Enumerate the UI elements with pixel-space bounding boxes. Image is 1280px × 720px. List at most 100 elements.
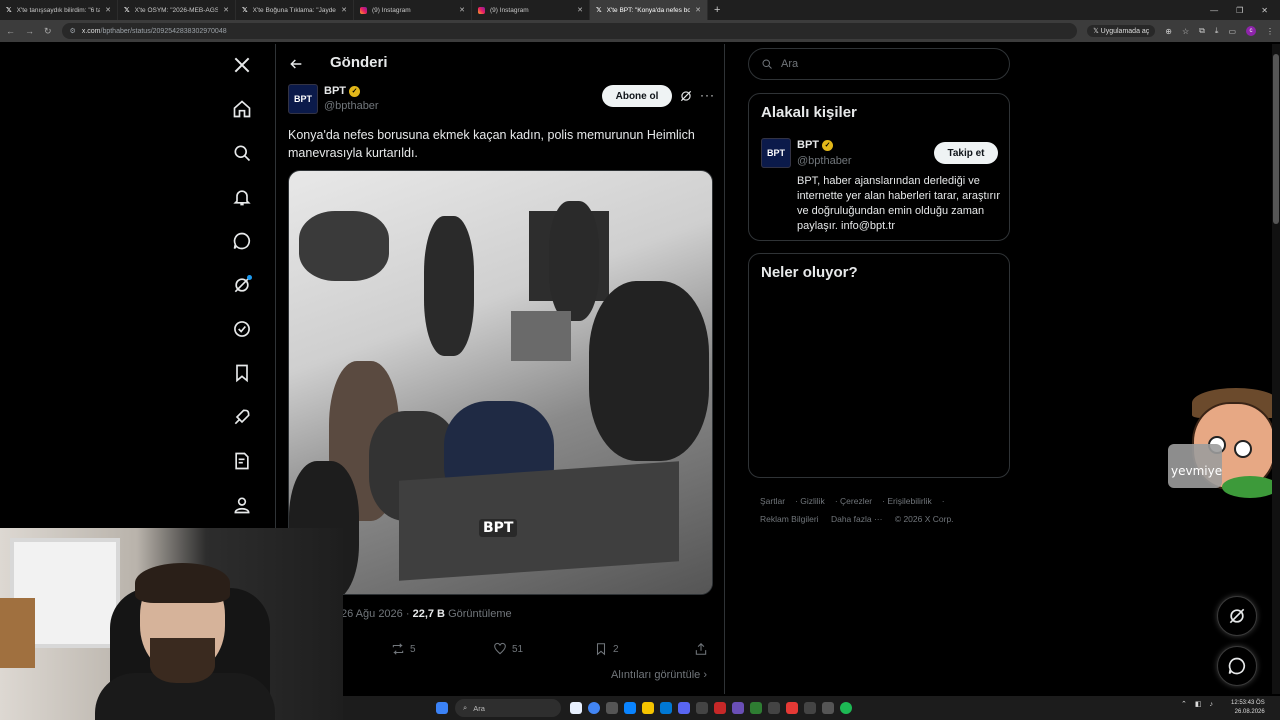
related-name[interactable]: BPT ✓ bbox=[797, 139, 833, 151]
grok-icon[interactable] bbox=[679, 89, 693, 103]
grok-fab[interactable] bbox=[1217, 596, 1257, 636]
store-icon[interactable] bbox=[660, 702, 672, 714]
reload-icon[interactable]: ↻ bbox=[44, 26, 52, 37]
author-handle[interactable]: @bpthaber bbox=[324, 100, 379, 112]
app-icon[interactable] bbox=[822, 702, 834, 714]
menu-icon[interactable]: ⋮ bbox=[1266, 27, 1274, 36]
site-info-icon[interactable]: ⚙ bbox=[70, 27, 76, 35]
profile-icon[interactable] bbox=[230, 493, 254, 517]
back-arrow-icon[interactable]: ← bbox=[6, 26, 15, 36]
rocket-icon[interactable] bbox=[230, 405, 254, 429]
zoom-icon[interactable]: ⊕ bbox=[1165, 27, 1172, 36]
browser-tab-3[interactable]: 𝕏 X'te Boğuna Tıklama: "Jayden C ✕ bbox=[236, 0, 354, 20]
app-icon[interactable] bbox=[714, 702, 726, 714]
browser-tab-2[interactable]: 𝕏 X'te ÖSYM: "2026-MEB-AGS Sı ✕ bbox=[118, 0, 236, 20]
messages-fab[interactable] bbox=[1217, 646, 1257, 686]
footer-copyright: © 2026 X Corp. bbox=[894, 514, 954, 524]
start-icon[interactable] bbox=[436, 702, 448, 714]
taskbar-search[interactable]: ⌕ Ara bbox=[455, 699, 561, 717]
minimize-icon[interactable]: — bbox=[1210, 6, 1218, 15]
related-handle[interactable]: @bpthaber bbox=[797, 155, 852, 167]
footer-cookies[interactable]: Çerezler bbox=[840, 496, 872, 506]
download-icon[interactable]: ⤓ bbox=[1215, 26, 1219, 36]
bookmark-icon[interactable] bbox=[230, 361, 254, 385]
close-icon[interactable]: ✕ bbox=[459, 6, 465, 14]
close-icon[interactable]: ✕ bbox=[341, 6, 347, 14]
profile-avatar[interactable]: c bbox=[1246, 26, 1256, 36]
forward-arrow-icon[interactable]: → bbox=[25, 26, 34, 36]
footer-more[interactable]: Daha fazla ··· bbox=[831, 514, 883, 524]
app-icon[interactable] bbox=[696, 702, 708, 714]
related-people-card: Alakalı kişiler BPT BPT ✓ @bpthaber Taki… bbox=[748, 93, 1010, 241]
view-quotes-link[interactable]: Alıntıları görüntüle › bbox=[611, 669, 707, 681]
footer-terms[interactable]: Şartlar bbox=[760, 496, 785, 506]
spotify-icon[interactable] bbox=[840, 702, 852, 714]
close-icon[interactable]: ✕ bbox=[577, 6, 583, 14]
network-icon[interactable]: ◧ bbox=[1195, 700, 1202, 708]
sidebar-icon[interactable]: ▭ bbox=[1228, 27, 1236, 36]
browser-tab-4[interactable]: (9) Instagram ✕ bbox=[354, 0, 472, 20]
author-avatar[interactable]: BPT bbox=[288, 84, 318, 114]
app-icon[interactable] bbox=[732, 702, 744, 714]
search-box[interactable]: Ara bbox=[748, 48, 1010, 80]
x-icon: 𝕏 bbox=[242, 6, 248, 14]
tray-chevron-icon[interactable]: ⌃ bbox=[1181, 700, 1187, 708]
footer-accessibility[interactable]: Erişilebilirlik bbox=[887, 496, 931, 506]
search-icon[interactable] bbox=[230, 141, 254, 165]
close-icon[interactable]: ✕ bbox=[695, 6, 701, 14]
system-tray: ⌃ ◧ ♪ bbox=[1181, 700, 1214, 709]
close-icon[interactable]: ✕ bbox=[105, 6, 111, 14]
footer-ads[interactable]: Reklam Bilgileri bbox=[760, 514, 819, 524]
tab-label: X'te Boğuna Tıklama: "Jayden C bbox=[252, 6, 336, 14]
view-count: 22,7 B bbox=[412, 608, 445, 620]
subscribe-button[interactable]: Abone ol bbox=[602, 85, 672, 107]
address-bar[interactable]: ⚙ x.com/bpthaber/status/2092542838302970… bbox=[61, 23, 1078, 39]
new-tab-button[interactable]: + bbox=[714, 4, 720, 16]
maximize-icon[interactable]: ❐ bbox=[1236, 6, 1243, 15]
extensions-icon[interactable]: ⧉ bbox=[1199, 26, 1205, 36]
scrollbar-thumb[interactable] bbox=[1273, 54, 1279, 224]
related-avatar[interactable]: BPT bbox=[761, 138, 791, 168]
page-scrollbar[interactable] bbox=[1272, 44, 1280, 694]
browser-tab-5[interactable]: (9) Instagram ✕ bbox=[472, 0, 590, 20]
bookmark-button[interactable]: 2 bbox=[594, 642, 619, 656]
browser-tab-1[interactable]: 𝕏 X'te tanışsaydık bilirdim: "6 tarih ✕ bbox=[0, 0, 118, 20]
edge-icon[interactable] bbox=[624, 702, 636, 714]
app-icon[interactable] bbox=[750, 702, 762, 714]
browser-tab-6[interactable]: 𝕏 X'te BPT: "Konya'da nefes boru ✕ bbox=[590, 0, 708, 20]
author-name[interactable]: BPT ✓ bbox=[324, 85, 360, 97]
task-view-icon[interactable] bbox=[570, 702, 582, 714]
unread-dot bbox=[247, 275, 252, 280]
follow-button[interactable]: Takip et bbox=[934, 142, 998, 164]
close-window-icon[interactable]: ✕ bbox=[1261, 6, 1268, 15]
post-date[interactable]: 26 Ağu 2026 bbox=[341, 608, 403, 620]
app-icon[interactable] bbox=[786, 702, 798, 714]
like-button[interactable]: 51 bbox=[493, 642, 523, 656]
taskbar-clock[interactable]: 12:53:43 ÖS 26.08.2026 bbox=[1231, 699, 1265, 717]
messages-icon[interactable] bbox=[230, 229, 254, 253]
open-in-app-button[interactable]: 𝕏 Uygulamada aç bbox=[1087, 25, 1156, 37]
grok-icon[interactable] bbox=[230, 273, 254, 297]
eye-shape bbox=[1234, 440, 1252, 458]
notifications-bell-icon[interactable] bbox=[230, 185, 254, 209]
app-icon[interactable] bbox=[804, 702, 816, 714]
x-logo-icon[interactable] bbox=[230, 53, 254, 77]
discord-icon[interactable] bbox=[678, 702, 690, 714]
video-watermark: BPT bbox=[479, 519, 518, 537]
verified-icon[interactable] bbox=[230, 317, 254, 341]
post-video[interactable]: BPT bbox=[288, 170, 713, 595]
app-icon[interactable] bbox=[768, 702, 780, 714]
home-icon[interactable] bbox=[230, 97, 254, 121]
articles-icon[interactable] bbox=[230, 449, 254, 473]
repost-button[interactable]: 5 bbox=[391, 642, 416, 656]
star-icon[interactable]: ☆ bbox=[1182, 27, 1189, 36]
more-options-icon[interactable]: ··· bbox=[700, 88, 715, 102]
volume-icon[interactable]: ♪ bbox=[1210, 701, 1214, 708]
footer-privacy[interactable]: Gizlilik bbox=[800, 496, 825, 506]
chrome-icon[interactable] bbox=[588, 702, 600, 714]
file-explorer-icon[interactable] bbox=[642, 702, 654, 714]
close-icon[interactable]: ✕ bbox=[223, 6, 229, 14]
share-button[interactable] bbox=[694, 642, 708, 656]
back-arrow-icon[interactable] bbox=[288, 56, 304, 72]
app-icon[interactable] bbox=[606, 702, 618, 714]
